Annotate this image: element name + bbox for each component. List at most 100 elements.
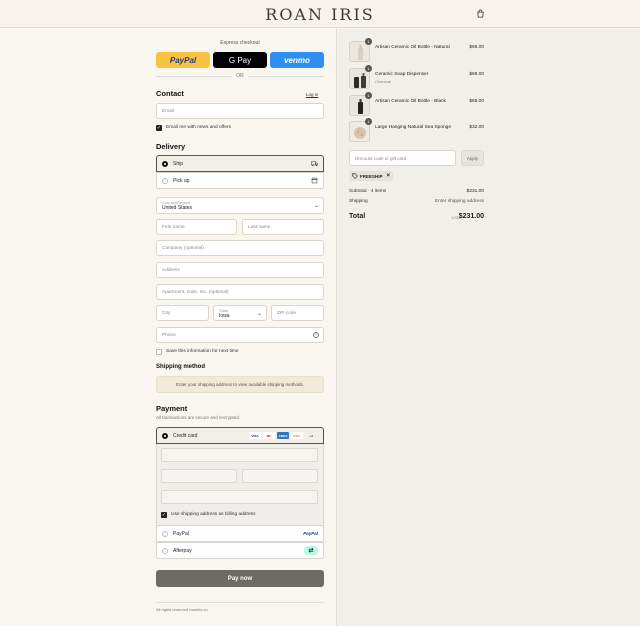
ship-radio[interactable] xyxy=(162,160,168,167)
chevron-down-icon: ⌄ xyxy=(313,203,319,209)
payment-subtitle: All transactions are secure and encrypte… xyxy=(156,415,241,420)
applied-code: FREESHIP xyxy=(360,173,383,179)
product-name: Artisan Ceramic Oil Bottle - Black xyxy=(375,99,446,104)
total-value: $231.00 xyxy=(458,213,484,220)
ship-option[interactable]: Ship xyxy=(156,155,324,172)
total-row: Total USD $231.00 xyxy=(349,213,484,220)
quantity-badge: 1 xyxy=(365,118,372,125)
product-price: $32.00 xyxy=(469,125,484,130)
name-on-card-field[interactable] xyxy=(161,490,318,504)
newsletter-label: Email me with news and offers xyxy=(166,125,231,130)
afterpay-option[interactable]: Afterpay ⇄ xyxy=(156,542,324,559)
shipping-value: Enter shipping address xyxy=(434,199,484,204)
paypal-logo-icon: PayPal xyxy=(303,531,318,536)
visa-icon: VISA xyxy=(249,432,261,439)
ship-label: Ship xyxy=(173,160,184,167)
subtotal-label: Subtotal · 4 items xyxy=(349,189,387,194)
city-field[interactable]: City xyxy=(156,305,209,321)
paypal-radio[interactable] xyxy=(162,530,168,537)
phone-placeholder: Phone xyxy=(162,332,176,338)
cart-item: 1 Large Hanging Natural Sea Sponge $32.0… xyxy=(349,118,484,143)
afterpay-label: Afterpay xyxy=(173,547,192,554)
more-cards-badge: +4 xyxy=(309,433,313,438)
payment-heading: Payment xyxy=(156,404,188,413)
expiry-field[interactable] xyxy=(161,469,237,483)
apartment-field[interactable]: Apartment, suite, etc. (optional) xyxy=(156,284,324,300)
contact-heading: Contact xyxy=(156,89,184,98)
security-code-field[interactable] xyxy=(242,469,318,483)
shopping-bag-icon[interactable] xyxy=(476,9,485,18)
company-field[interactable]: Company (optional) xyxy=(156,240,324,256)
brand-logo[interactable]: ROAN IRIS xyxy=(0,5,640,24)
credit-card-option[interactable]: Credit card VISA MC AMEX DISC +4 xyxy=(156,427,324,444)
venmo-button[interactable]: venmo xyxy=(270,52,324,68)
product-name: Large Hanging Natural Sea Sponge xyxy=(375,125,452,130)
country-value: United States xyxy=(162,205,193,211)
shipping-label: Shipping xyxy=(349,199,368,204)
paypal-label: PayPal xyxy=(173,530,189,537)
discount-code-input[interactable]: Discount code or gift card xyxy=(349,150,456,166)
pickup-radio[interactable] xyxy=(162,177,168,184)
paypal-express-button[interactable]: PayPal xyxy=(156,52,210,68)
help-icon[interactable]: ? xyxy=(313,332,319,338)
save-info-checkbox[interactable] xyxy=(156,349,162,355)
order-summary-panel xyxy=(338,29,640,626)
billing-same-label: Use shipping address as billing address xyxy=(171,512,256,517)
product-price: $65.00 xyxy=(469,99,484,104)
zip-placeholder: ZIP code xyxy=(277,310,297,316)
product-name: Ceramic Soap Dispenser xyxy=(375,72,429,77)
discover-icon: DISC xyxy=(291,432,303,439)
newsletter-checkbox[interactable]: ✓ xyxy=(156,125,162,131)
city-placeholder: City xyxy=(162,310,171,316)
quantity-badge: 1 xyxy=(365,65,372,72)
tag-icon xyxy=(352,173,358,179)
address-field[interactable]: Address xyxy=(156,262,324,278)
cart-item: 1 Artisan Ceramic Oil Bottle - Natural $… xyxy=(349,38,484,63)
store-icon xyxy=(311,177,318,184)
mastercard-icon: MC xyxy=(263,432,275,439)
email-placeholder: Email xyxy=(162,108,174,114)
delivery-heading: Delivery xyxy=(156,142,186,151)
pickup-option[interactable]: Pick up xyxy=(156,172,324,189)
first-name-placeholder: First name xyxy=(162,224,185,230)
amex-icon: AMEX xyxy=(277,432,289,439)
google-pay-button[interactable]: G Pay xyxy=(213,52,267,68)
afterpay-logo-icon: ⇄ xyxy=(304,546,318,555)
subtotal-row: Subtotal · 4 items $231.00 xyxy=(349,189,484,194)
shipping-notice: Enter your shipping address to view avai… xyxy=(156,376,324,393)
pay-now-button[interactable]: Pay now xyxy=(156,570,324,587)
first-name-field[interactable]: First name xyxy=(156,219,237,235)
product-price: $69.00 xyxy=(469,72,484,77)
zip-field[interactable]: ZIP code xyxy=(271,305,324,321)
remove-code-icon[interactable]: × xyxy=(387,173,391,179)
apply-discount-button[interactable]: Apply xyxy=(461,150,484,166)
credit-card-label: Credit card xyxy=(173,432,198,439)
phone-field[interactable]: Phone ? xyxy=(156,327,324,343)
applied-code-chip: FREESHIP × xyxy=(349,171,393,181)
afterpay-radio[interactable] xyxy=(162,547,168,554)
company-placeholder: Company (optional) xyxy=(162,245,204,251)
footer-text: All rights reserved roaniris.co xyxy=(156,607,208,612)
pickup-label: Pick up xyxy=(173,177,190,184)
country-select[interactable]: Country/Region United States ⌄ xyxy=(156,197,324,214)
billing-same-checkbox[interactable]: ✓ xyxy=(161,512,167,518)
cart-item: 1 Artisan Ceramic Oil Bottle - Black $65… xyxy=(349,92,484,117)
state-select[interactable]: State Iowa ⌄ xyxy=(213,305,267,321)
email-field[interactable]: Email xyxy=(156,103,324,119)
product-name: Artisan Ceramic Oil Bottle - Natural xyxy=(375,45,450,50)
product-variant: Charcoal xyxy=(375,79,392,84)
login-link[interactable]: Log in xyxy=(306,92,318,97)
discount-placeholder: Discount code or gift card xyxy=(355,155,407,161)
paypal-option[interactable]: PayPal PayPal xyxy=(156,525,324,542)
truck-icon xyxy=(311,161,318,167)
last-name-field[interactable]: Last name xyxy=(242,219,324,235)
quantity-badge: 1 xyxy=(365,38,372,45)
shipping-row: Shipping Enter shipping address xyxy=(349,199,484,204)
cart-item: 1 Ceramic Soap Dispenser Charcoal $69.00 xyxy=(349,65,484,90)
card-number-field[interactable] xyxy=(161,448,318,462)
or-separator: OR xyxy=(236,73,244,79)
apartment-placeholder: Apartment, suite, etc. (optional) xyxy=(162,289,229,295)
quantity-badge: 1 xyxy=(365,92,372,99)
credit-card-radio[interactable] xyxy=(162,432,168,439)
last-name-placeholder: Last name xyxy=(248,224,271,230)
